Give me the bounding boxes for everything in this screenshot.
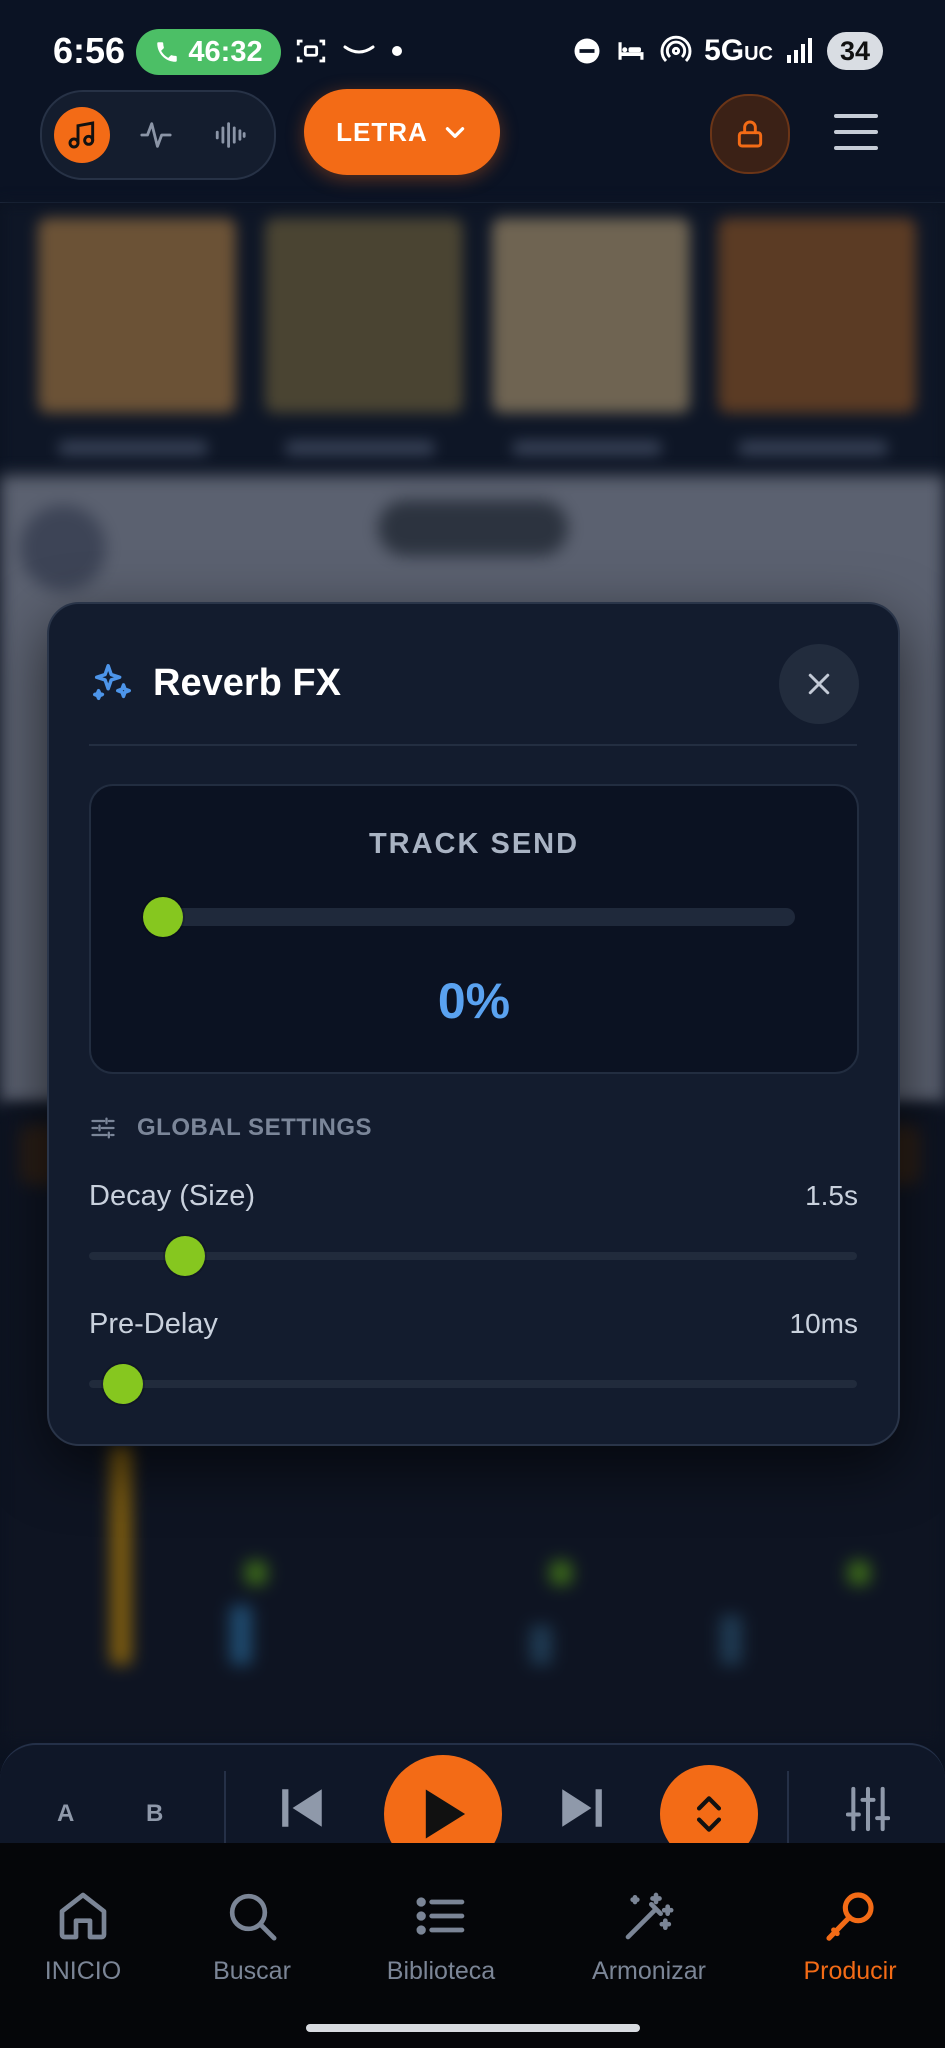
signal-icon bbox=[787, 38, 812, 63]
hotspot-icon bbox=[660, 35, 692, 63]
nav-label: INICIO bbox=[44, 1957, 122, 1985]
network-type: 5GUC bbox=[704, 34, 773, 67]
nav-item-buscar[interactable]: Buscar bbox=[162, 1885, 342, 1986]
decay-slider[interactable] bbox=[89, 1236, 857, 1276]
track-send-value: 0% bbox=[437, 973, 511, 1029]
album-caption bbox=[512, 441, 662, 455]
do-not-disturb-icon bbox=[574, 38, 600, 64]
battery-indicator: 34 bbox=[827, 32, 883, 70]
nav-item-biblioteca[interactable]: Biblioteca bbox=[351, 1885, 531, 1986]
mixer-settings-button[interactable] bbox=[846, 1785, 890, 1833]
track-send-slider-knob[interactable] bbox=[143, 897, 183, 937]
transport-bar: A B bbox=[0, 1743, 945, 1845]
menu-icon bbox=[834, 114, 878, 150]
music-note-icon bbox=[68, 121, 95, 149]
equalizer-icon bbox=[846, 1786, 890, 1832]
chevron-up-down-icon bbox=[696, 1796, 722, 1832]
search-icon bbox=[229, 1893, 277, 1941]
play-button[interactable] bbox=[384, 1755, 502, 1845]
audio-bars-icon bbox=[215, 122, 246, 148]
app-header: LETRA bbox=[0, 86, 945, 203]
album-caption bbox=[285, 441, 435, 455]
next-button[interactable] bbox=[556, 1785, 606, 1831]
nav-item-armonizar[interactable]: Armonizar bbox=[559, 1885, 739, 1986]
call-timer: 46:32 bbox=[188, 35, 263, 68]
dialog-title: Reverb FX bbox=[153, 662, 341, 704]
previous-button[interactable] bbox=[278, 1785, 328, 1831]
skip-next-icon bbox=[562, 1789, 602, 1827]
mode-waveform-button[interactable] bbox=[128, 107, 184, 163]
lyrics-dropdown-button[interactable]: LETRA bbox=[304, 89, 500, 175]
divider bbox=[787, 1771, 789, 1845]
pre-delay-value: 10ms bbox=[789, 1308, 858, 1339]
album-caption bbox=[58, 441, 208, 455]
track-send-slider[interactable] bbox=[143, 897, 795, 937]
sliders-icon bbox=[91, 1117, 115, 1139]
magic-wand-icon bbox=[625, 1892, 674, 1940]
global-settings-label: GLOBAL SETTINGS bbox=[137, 1114, 373, 1141]
reverb-fx-dialog: Reverb FX TRACK SEND 0% GLOBAL SETTINGS … bbox=[47, 602, 900, 1446]
chevron-down-icon bbox=[445, 127, 465, 138]
album-cover bbox=[265, 218, 463, 413]
list-icon bbox=[416, 1897, 465, 1935]
amazon-icon bbox=[343, 45, 375, 54]
mode-selector bbox=[40, 90, 276, 180]
nav-label: Buscar bbox=[213, 1957, 291, 1985]
album-caption bbox=[738, 441, 888, 455]
loop-a-button[interactable]: A bbox=[57, 1800, 74, 1828]
album-cover bbox=[492, 218, 690, 413]
lock-button[interactable] bbox=[710, 94, 790, 174]
home-indicator[interactable] bbox=[306, 2024, 640, 2032]
lyrics-button-label: LETRA bbox=[336, 116, 428, 147]
play-icon bbox=[425, 1789, 466, 1839]
track-send-label: TRACK SEND bbox=[368, 828, 580, 860]
hamburger-menu-button[interactable] bbox=[832, 110, 880, 159]
home-icon bbox=[59, 1892, 107, 1940]
nav-label: Producir bbox=[803, 1957, 897, 1985]
skip-previous-icon bbox=[282, 1789, 322, 1827]
decay-slider-knob[interactable] bbox=[165, 1236, 205, 1276]
expand-collapse-button[interactable] bbox=[660, 1765, 758, 1845]
waveform-line-icon bbox=[140, 122, 172, 148]
bottom-navigation: INICIO Buscar Biblioteca Armonizar Produ… bbox=[0, 1843, 945, 2048]
pre-delay-label: Pre-Delay bbox=[89, 1308, 218, 1340]
status-time: 6:56 bbox=[53, 30, 126, 71]
phone-icon bbox=[157, 42, 178, 62]
loop-b-button[interactable]: B bbox=[146, 1800, 163, 1828]
pre-delay-slider-knob[interactable] bbox=[103, 1364, 143, 1404]
track-send-card: TRACK SEND 0% bbox=[89, 784, 859, 1074]
nav-item-inicio[interactable]: INICIO bbox=[0, 1885, 173, 1986]
divider bbox=[224, 1771, 226, 1845]
lock-icon bbox=[737, 120, 763, 148]
album-cover bbox=[38, 218, 236, 413]
close-icon bbox=[808, 673, 830, 695]
mode-music-button[interactable] bbox=[54, 107, 110, 163]
nav-item-producir[interactable]: Producir bbox=[760, 1885, 940, 1986]
global-settings-header: GLOBAL SETTINGS bbox=[89, 1114, 372, 1142]
divider bbox=[89, 744, 857, 746]
decay-label: Decay (Size) bbox=[89, 1180, 255, 1212]
blurred-album-row bbox=[0, 203, 945, 473]
close-button[interactable] bbox=[779, 644, 859, 724]
mode-spectrum-button[interactable] bbox=[202, 107, 258, 163]
ongoing-call-pill[interactable]: 46:32 bbox=[136, 29, 281, 75]
pre-delay-slider[interactable] bbox=[89, 1364, 857, 1404]
sparkles-icon bbox=[93, 664, 131, 701]
nav-label: Armonizar bbox=[592, 1957, 706, 1985]
status-bar: 6:56 46:32 5GUC 34 bbox=[0, 0, 945, 86]
nav-label: Biblioteca bbox=[386, 1957, 496, 1985]
screenshot-icon bbox=[296, 39, 326, 63]
album-cover bbox=[718, 218, 916, 413]
bed-icon bbox=[618, 42, 644, 60]
decay-value: 1.5s bbox=[805, 1180, 858, 1211]
dot-icon bbox=[392, 46, 402, 56]
microphone-icon bbox=[826, 1892, 874, 1941]
